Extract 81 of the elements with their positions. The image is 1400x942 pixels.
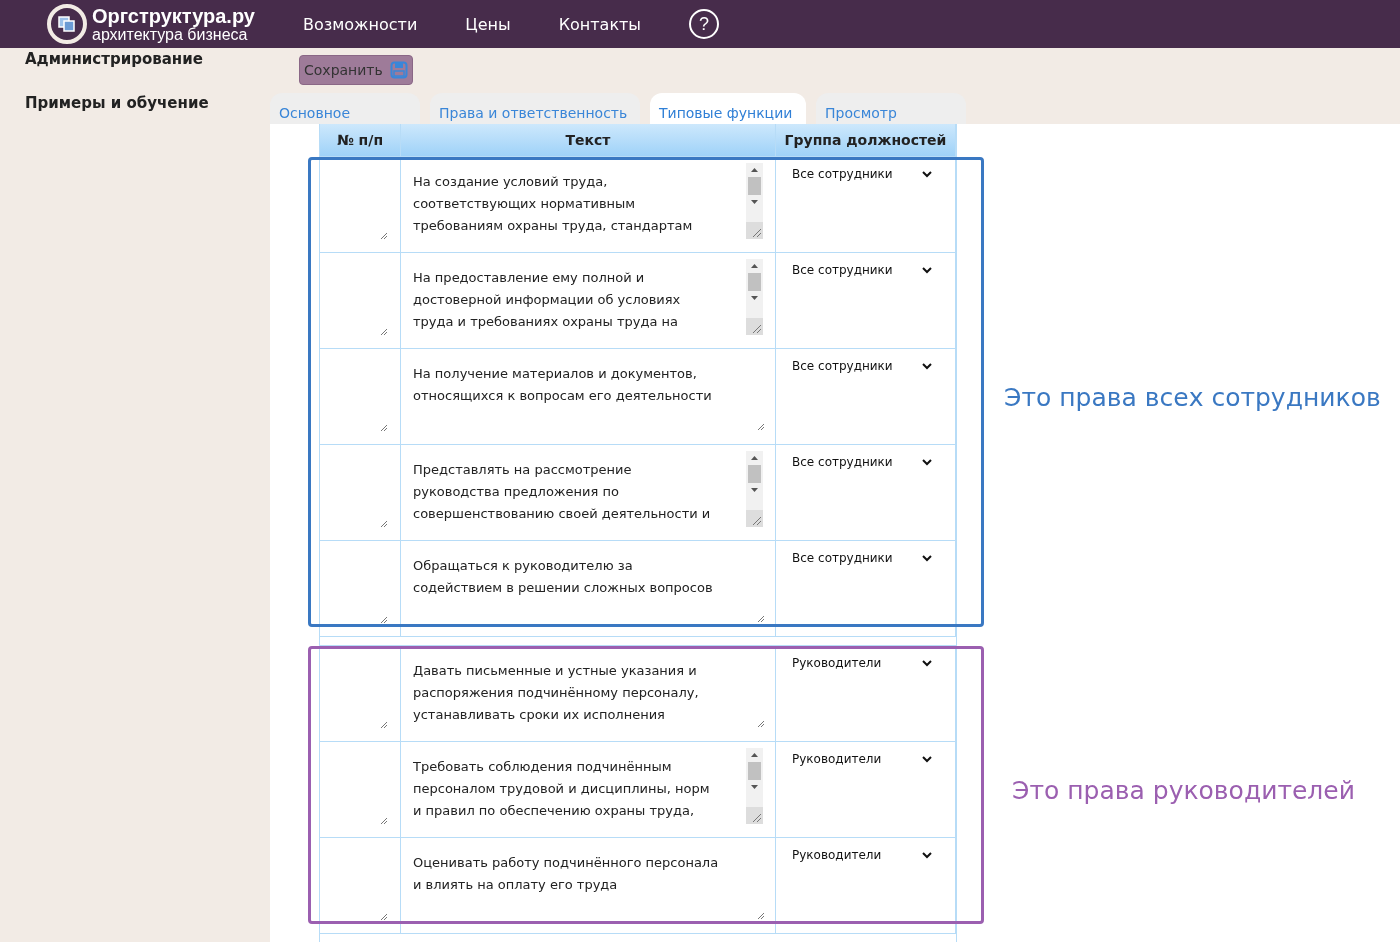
scroll-down-icon[interactable] xyxy=(751,200,758,204)
scroll-down-icon[interactable] xyxy=(751,296,758,300)
scroll-down-icon[interactable] xyxy=(751,785,758,789)
text-value: Оценивать работу подчинённого персонала и влиять на оплату его труда xyxy=(413,854,719,894)
group-select[interactable]: Все сотрудники xyxy=(792,455,932,469)
text-area[interactable]: На создание условий труда, соответствующих нормативным требованиям охраны труда, стандартам xyxy=(407,163,769,243)
resize-grip-icon[interactable] xyxy=(757,615,765,623)
text-value: На предоставление ему полной и достоверной информации об условиях труда и требованиях охраны труда на xyxy=(413,269,682,331)
resize-grip-icon[interactable] xyxy=(380,616,388,624)
chevron-icon xyxy=(922,851,932,859)
chevron-icon xyxy=(922,458,932,466)
text-area[interactable]: Представлять на рассмотрение руководства предложения по совершенствованию своей деятельности и xyxy=(407,451,769,531)
scroll-down-icon[interactable] xyxy=(751,488,758,492)
scrollbar[interactable] xyxy=(746,748,763,824)
scroll-thumb[interactable] xyxy=(748,762,761,780)
resize-grip-icon[interactable] xyxy=(746,807,763,824)
group-select[interactable]: Руководители xyxy=(792,752,932,766)
text-area[interactable]: Оценивать работу подчинённого персонала и влиять на оплату его труда xyxy=(407,844,769,924)
resize-grip-icon[interactable] xyxy=(380,913,388,921)
text-value: Требовать соблюдения подчинённым персоналом трудовой и дисциплины, норм и правил по обеспечению охраны труда, xyxy=(413,758,711,820)
column-header: Текст xyxy=(401,124,776,156)
resize-grip-icon[interactable] xyxy=(746,318,763,335)
text-value: Обращаться к руководителю за содействием в решении сложных вопросов xyxy=(413,557,714,597)
logo-title[interactable]: Оргструктура.ру xyxy=(92,5,255,26)
column-header: Группа должностей xyxy=(776,124,956,156)
scrollbar[interactable] xyxy=(746,451,763,527)
text-area[interactable]: На получение материалов и документов, относящихся к вопросам его деятельности xyxy=(407,355,769,435)
scroll-up-icon[interactable] xyxy=(751,753,758,757)
resize-grip-icon[interactable] xyxy=(746,222,763,239)
chevron-icon xyxy=(922,554,932,562)
chevron-icon xyxy=(922,362,932,370)
tab[interactable]: Типовые функции xyxy=(650,92,806,124)
group-select[interactable]: Все сотрудники xyxy=(792,551,932,565)
resize-grip-icon[interactable] xyxy=(380,232,388,240)
text-area[interactable]: На предоставление ему полной и достоверной информации об условиях труда и требованиях охраны труда на xyxy=(407,259,769,339)
scroll-up-icon[interactable] xyxy=(751,264,758,268)
group-select[interactable]: Руководители xyxy=(792,848,932,862)
chevron-icon xyxy=(922,266,932,274)
resize-grip-icon[interactable] xyxy=(757,423,765,431)
group-select[interactable]: Все сотрудники xyxy=(792,167,932,181)
scroll-thumb[interactable] xyxy=(748,465,761,483)
group-select[interactable]: Все сотрудники xyxy=(792,359,932,373)
group-select[interactable]: Все сотрудники xyxy=(792,263,932,277)
resize-grip-icon[interactable] xyxy=(380,520,388,528)
nav-link[interactable]: Цены xyxy=(465,14,511,34)
logo-icon[interactable] xyxy=(47,4,87,44)
scroll-up-icon[interactable] xyxy=(751,168,758,172)
chevron-icon xyxy=(922,659,932,667)
sidebar-item[interactable]: Примеры и обучение xyxy=(25,94,270,112)
nav-link[interactable]: Контакты xyxy=(558,14,641,34)
text-area[interactable]: Требовать соблюдения подчинённым персоналом трудовой и дисциплины, норм и правил по обеспечению охраны труда, xyxy=(407,748,769,828)
logo-subtitle: архитектура бизнеса xyxy=(92,26,249,43)
scroll-thumb[interactable] xyxy=(748,177,761,195)
text-value: На создание условий труда, соответствующих нормативным требованиям охраны труда, стандартам xyxy=(413,173,694,235)
scrollbar[interactable] xyxy=(746,163,763,239)
scroll-thumb[interactable] xyxy=(748,273,761,291)
text-value: На получение материалов и документов, относящихся к вопросам его деятельности xyxy=(413,365,713,405)
scrollbar[interactable] xyxy=(746,259,763,335)
save-button[interactable]: Сохранить xyxy=(299,55,413,86)
resize-grip-icon[interactable] xyxy=(757,720,765,728)
group-select[interactable]: Руководители xyxy=(792,656,932,670)
column-header: № п/п xyxy=(320,124,401,156)
text-value: Давать письменные и устные указания и распоряжения подчинённому персоналу, устанавливать сроки их исполнения xyxy=(413,662,700,724)
annotation-label: Это права руководителей xyxy=(1012,775,1355,805)
chevron-icon xyxy=(922,170,932,178)
resize-grip-icon[interactable] xyxy=(380,817,388,825)
text-value: Представлять на рассмотрение руководства предложения по совершенствованию своей деятельности и xyxy=(413,461,712,523)
nav-link[interactable]: Возможности xyxy=(302,14,418,34)
chevron-icon xyxy=(922,755,932,763)
text-area[interactable]: Давать письменные и устные указания и распоряжения подчинённому персоналу, устанавливать сроки их исполнения xyxy=(407,652,769,732)
help-button[interactable]: ? xyxy=(689,9,719,39)
resize-grip-icon[interactable] xyxy=(757,912,765,920)
resize-grip-icon[interactable] xyxy=(746,510,763,527)
sidebar-item[interactable]: Администрирование xyxy=(25,50,270,68)
resize-grip-icon[interactable] xyxy=(380,721,388,729)
scroll-up-icon[interactable] xyxy=(751,456,758,460)
resize-grip-icon[interactable] xyxy=(380,328,388,336)
text-area[interactable]: Обращаться к руководителю за содействием в решении сложных вопросов xyxy=(407,547,769,627)
annotation-label: Это права всех сотрудников xyxy=(1004,382,1381,412)
save-icon xyxy=(389,61,408,80)
resize-grip-icon[interactable] xyxy=(380,424,388,432)
